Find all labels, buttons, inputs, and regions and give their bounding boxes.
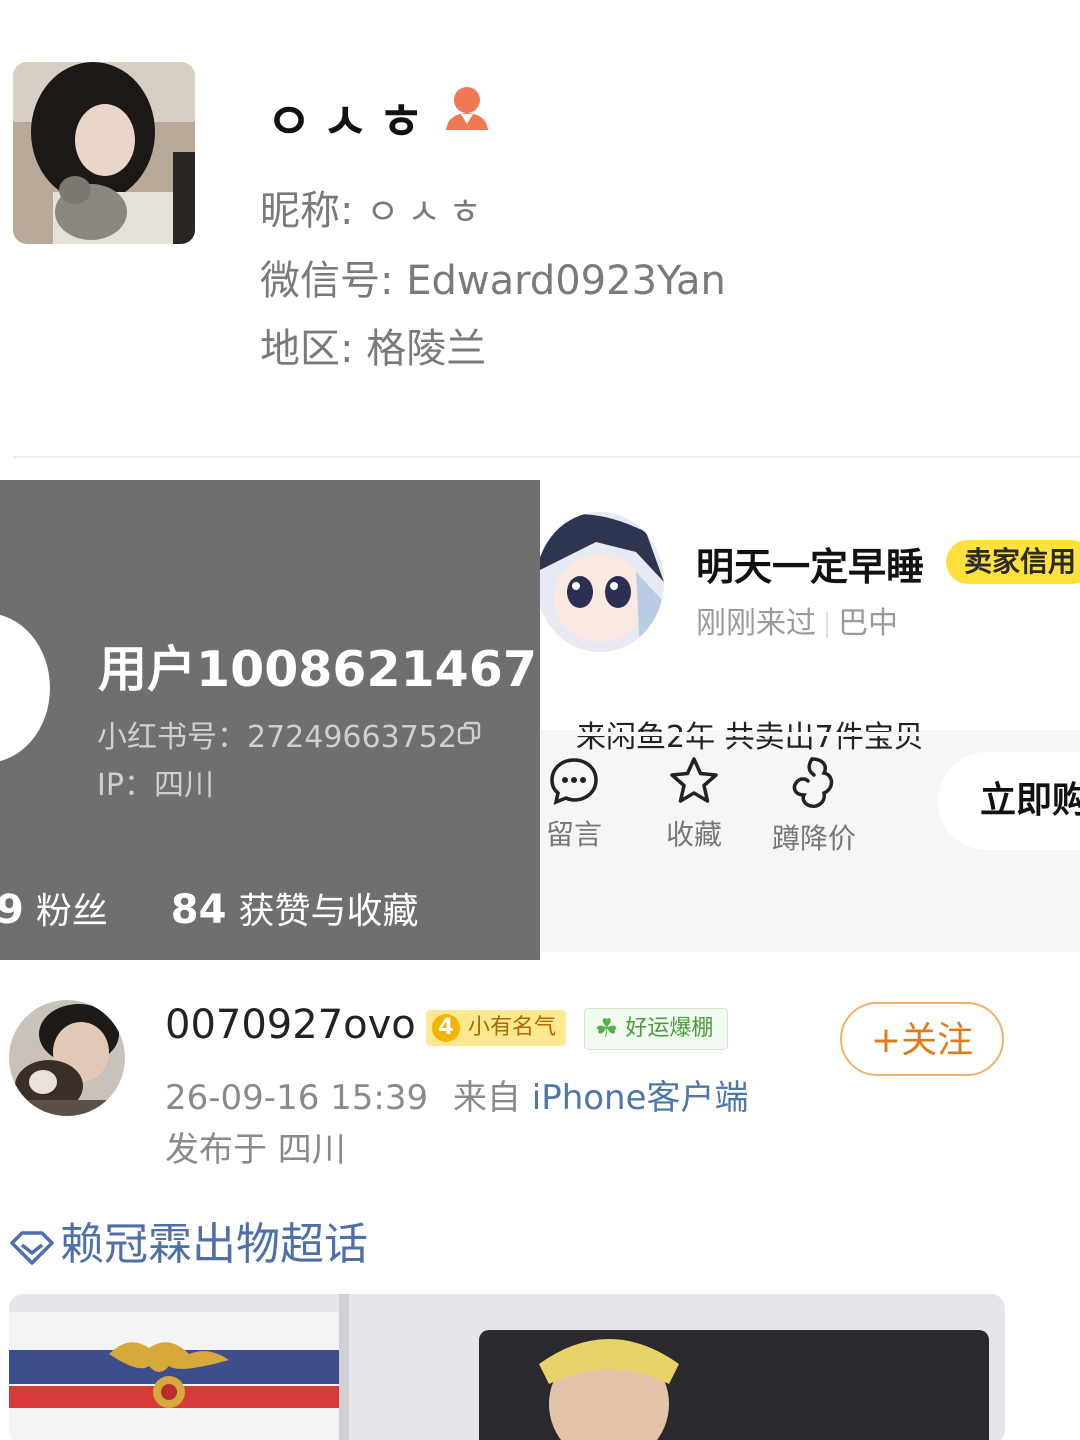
from-label: 来自 [452, 1078, 521, 1118]
region-label: 地区: [260, 326, 354, 372]
likes-stat[interactable]: 84 获赞与收藏 [171, 887, 419, 933]
divider [13, 456, 1080, 458]
seller-avatar[interactable] [540, 512, 664, 652]
xiaohongshu-stats: 9 粉丝 84 获赞与收藏 [0, 882, 418, 934]
wechat-avatar[interactable] [13, 62, 195, 244]
region-value: 格陵兰 [366, 326, 487, 372]
post-timestamp: 26-09-16 15:39 [165, 1078, 429, 1118]
seller-name: 明天一定早睡 [696, 545, 925, 589]
weibo-avatar[interactable] [9, 1000, 125, 1116]
nickname-row: 昵称: ㅇㅅㅎ [260, 178, 490, 236]
likes-label: 获赞与收藏 [238, 891, 419, 932]
price-drop-icon [792, 757, 834, 808]
seller-meta: 刚刚来过 巴中 [696, 598, 898, 642]
xianyu-seller-section: 明天一定早睡 卖家信用 刚刚来过 巴中 来闲鱼2年 共卖出7件宝贝 留言 收藏 蹲… [540, 480, 1080, 952]
followers-label: 粉丝 [35, 891, 108, 932]
likes-count: 84 [170, 887, 227, 933]
favorite-label: 收藏 [665, 818, 722, 851]
price-drop-label: 蹲降价 [771, 822, 856, 855]
xiaohongshu-avatar[interactable] [0, 613, 50, 763]
action-bar-top-edge [540, 732, 1080, 736]
last-seen: 刚刚来过 [696, 606, 816, 641]
diamond-topic-icon [10, 1231, 54, 1265]
favorite-button[interactable]: 收藏 [644, 755, 744, 853]
nickname-label: 昵称: [260, 188, 354, 234]
region-row: 地区: 格陵兰 [260, 316, 486, 374]
topic-label: 赖冠霖出物超话 [60, 1219, 368, 1270]
level-label: 小有名气 [468, 1015, 557, 1040]
follow-button[interactable]: +关注 [840, 1002, 1004, 1076]
post-location: 发布于 四川 [165, 1130, 346, 1170]
message-button[interactable]: 留言 [540, 755, 624, 853]
star-icon [670, 757, 718, 803]
super-topic-link[interactable]: 赖冠霖出物超话 [8, 1208, 368, 1272]
followers-count: 9 [0, 887, 24, 933]
clover-icon: ☘ [595, 1014, 619, 1044]
wechat-id-label: 微信号: [260, 258, 394, 304]
xiaohongshu-username: 用户1008621467 [98, 641, 537, 698]
seller-location: 巴中 [838, 606, 898, 641]
wechat-id-value[interactable]: Edward0923Yan [406, 258, 726, 304]
female-gender-icon [444, 84, 490, 132]
xiaohongshu-id: 小红书号：27249663752 [97, 720, 457, 755]
post-source[interactable]: iPhone客户端 [532, 1078, 749, 1118]
wechat-profile-section: ㅇㅅㅎ 昵称: ㅇㅅㅎ 微信号: Edward0923Yan 地区: 格陵兰 [0, 0, 1080, 458]
nickname-value: ㅇㅅㅎ [366, 192, 490, 233]
seller-credit-badge[interactable]: 卖家信用 [946, 540, 1080, 584]
followers-stat[interactable]: 9 粉丝 [0, 887, 108, 933]
wechat-id-row: 微信号: Edward0923Yan [260, 248, 726, 306]
luck-badge[interactable]: ☘ 好运爆棚 [584, 1008, 729, 1050]
luck-label: 好运爆棚 [625, 1016, 714, 1041]
chat-bubble-icon [550, 758, 598, 805]
xiaohongshu-ip: IP：四川 [97, 768, 214, 803]
price-drop-watch-button[interactable]: 蹲降价 [764, 755, 864, 857]
level-number: 4 [432, 1014, 460, 1042]
xiaohongshu-profile-section: 用户1008621467 小红书号：27249663752 IP：四川 9 粉丝 … [0, 480, 540, 960]
weibo-username[interactable]: 0070927ovo [165, 1002, 416, 1048]
copy-icon[interactable] [456, 720, 482, 746]
post-meta: 26-09-16 15:39 来自 iPhone客户端 [165, 1070, 749, 1119]
message-label: 留言 [545, 818, 602, 851]
level-badge[interactable]: 4 小有名气 [426, 1010, 567, 1046]
weibo-post-section: 0070927ovo 4 小有名气 ☘ 好运爆棚 +关注 26-09-16 15:… [0, 960, 1080, 1440]
post-photo[interactable] [9, 1294, 1005, 1440]
buy-now-button[interactable]: 立即购买 [938, 752, 1080, 850]
wechat-display-name: ㅇㅅㅎ [266, 93, 434, 151]
